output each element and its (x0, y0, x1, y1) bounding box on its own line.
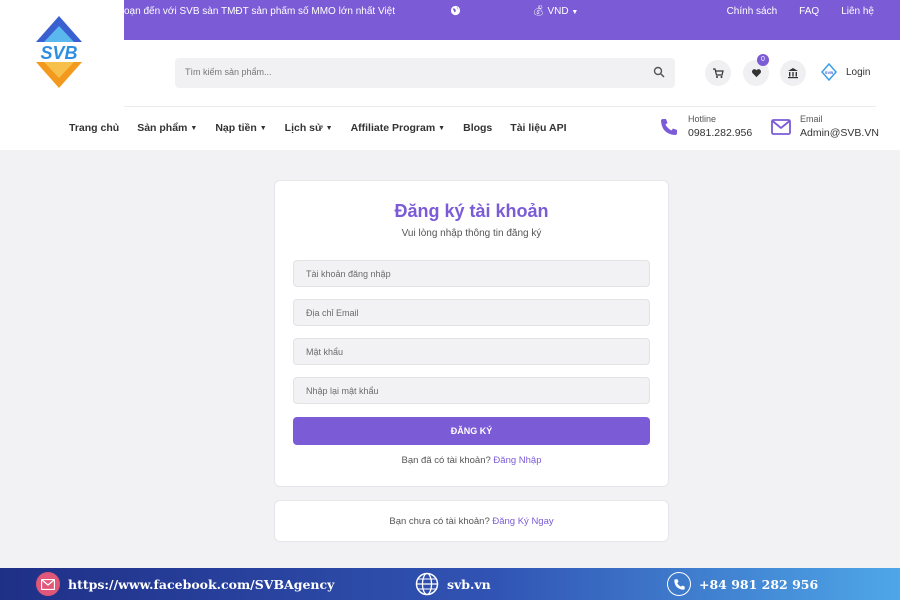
nav-item-deposit[interactable]: Nạp tiền ▼ (215, 122, 266, 134)
hotline-number: 0981.282.956 (688, 127, 753, 139)
email-field[interactable] (293, 299, 650, 326)
register-card: Đăng ký tài khoản Vui lòng nhập thông ti… (274, 180, 669, 487)
confirm-password-field[interactable] (293, 377, 650, 404)
nav-label: Lịch sử (284, 122, 323, 134)
login-link[interactable]: Đăng Nhập (493, 455, 541, 466)
login-prompt-text: Bạn đã có tài khoản? (401, 455, 491, 466)
main-nav: Trang chủ Sản phẩm ▼ Nạp tiền ▼ Lịch sử ▼ A… (69, 122, 567, 134)
nav-label: Trang chủ (69, 122, 120, 134)
login-label: Login (846, 66, 871, 78)
chevron-down-icon: ▼ (190, 124, 198, 132)
nav-label: Sản phẩm (137, 122, 188, 134)
bank-button[interactable] (780, 60, 806, 86)
header: Tìm kiếm sản phẩm... 0 SVB Login Trang c… (0, 40, 900, 150)
nav-label: Blogs (463, 122, 493, 134)
nav-item-history[interactable]: Lịch sử ▼ (285, 122, 333, 134)
hotline-label: Hotline (688, 114, 717, 124)
logo[interactable]: SVB (0, 0, 124, 106)
nav-label: Affiliate Program (350, 122, 436, 134)
cart-icon (713, 68, 724, 78)
chevron-down-icon: ▼ (325, 124, 333, 132)
globe-icon (415, 572, 439, 596)
currency-label: VND (547, 6, 569, 17)
phone-number: +84 981 282 956 (699, 576, 819, 592)
nav-item-products[interactable]: Sản phẩm ▼ (137, 122, 197, 134)
cart-button[interactable] (705, 60, 731, 86)
footer-website[interactable]: svb.vn (415, 572, 491, 596)
heart-icon (751, 69, 761, 78)
user-avatar-icon: SVB (821, 63, 837, 81)
email-address: Admin@SVB.VN (800, 127, 879, 139)
login-prompt: Bạn đã có tài khoản? Đăng Nhập (275, 455, 668, 466)
password-field[interactable] (293, 338, 650, 365)
envelope-icon (771, 118, 791, 135)
currency-selector[interactable]: 💰︎ VND ▼ (532, 6, 578, 17)
nav-item-api-docs[interactable]: Tài liệu API (510, 122, 566, 134)
nav-item-blogs[interactable]: Blogs (463, 122, 492, 134)
divider (124, 106, 876, 107)
login-button[interactable]: SVB Login (820, 63, 870, 81)
mail-icon (36, 572, 60, 596)
chevron-down-icon: ▼ (259, 124, 267, 132)
signup-card: Bạn chưa có tài khoản? Đăng Ký Ngay (274, 500, 669, 542)
wishlist-count-badge: 0 (757, 54, 769, 66)
email-contact[interactable]: Email Admin@SVB.VN (771, 114, 879, 139)
email-label: Email (800, 114, 823, 124)
website-url: svb.vn (447, 576, 491, 592)
search-bar[interactable]: Tìm kiếm sản phẩm... (175, 58, 675, 88)
signup-prompt-text: Bạn chưa có tài khoản? (389, 516, 490, 527)
link-policy[interactable]: Chính sách (727, 6, 778, 17)
link-faq[interactable]: FAQ (799, 6, 819, 17)
top-bar: oạn đến với SVB sàn TMĐT sản phẩm số MMO… (0, 0, 900, 40)
facebook-url: https://www.facebook.com/SVBAgency (68, 576, 335, 592)
search-icon[interactable] (653, 65, 665, 83)
phone-icon (661, 118, 677, 135)
hotline-contact[interactable]: Hotline 0981.282.956 (659, 114, 752, 139)
nav-label: Tài liệu API (510, 122, 567, 134)
footer-facebook[interactable]: https://www.facebook.com/SVBAgency (36, 572, 334, 596)
form-title: Đăng ký tài khoản (394, 201, 549, 221)
chevron-down-icon: ▼ (571, 9, 579, 16)
announcement-text: oạn đến với SVB sàn TMĐT sản phẩm số MMO… (124, 6, 396, 17)
bank-icon (788, 68, 798, 79)
top-links: Chính sách FAQ Liên hệ (727, 6, 874, 17)
form-subtitle: Vui lòng nhập thông tin đăng ký (401, 228, 542, 239)
svb-logo-icon: SVB (26, 16, 92, 88)
nav-item-affiliate[interactable]: Affiliate Program ▼ (351, 122, 446, 134)
link-contact[interactable]: Liên hệ (841, 6, 874, 17)
nav-item-home[interactable]: Trang chủ (69, 122, 119, 134)
footer-banner: https://www.facebook.com/SVBAgency svb.v… (0, 568, 900, 600)
phone-call-icon (667, 572, 691, 596)
money-bag-icon: 💰︎ (532, 6, 545, 17)
svg-text:SVB: SVB (825, 70, 833, 75)
chevron-down-icon: ▼ (438, 124, 446, 132)
signup-link[interactable]: Đăng Ký Ngay (492, 516, 553, 527)
nav-label: Nạp tiền (215, 122, 257, 134)
logo-text: SVB (40, 43, 77, 63)
username-field[interactable] (293, 260, 650, 287)
search-input[interactable]: Tìm kiếm sản phẩm... (185, 67, 272, 77)
footer-phone[interactable]: +84 981 282 956 (667, 572, 818, 596)
language-globe-icon[interactable] (450, 5, 461, 19)
register-button[interactable]: ĐĂNG KÝ (293, 417, 650, 445)
